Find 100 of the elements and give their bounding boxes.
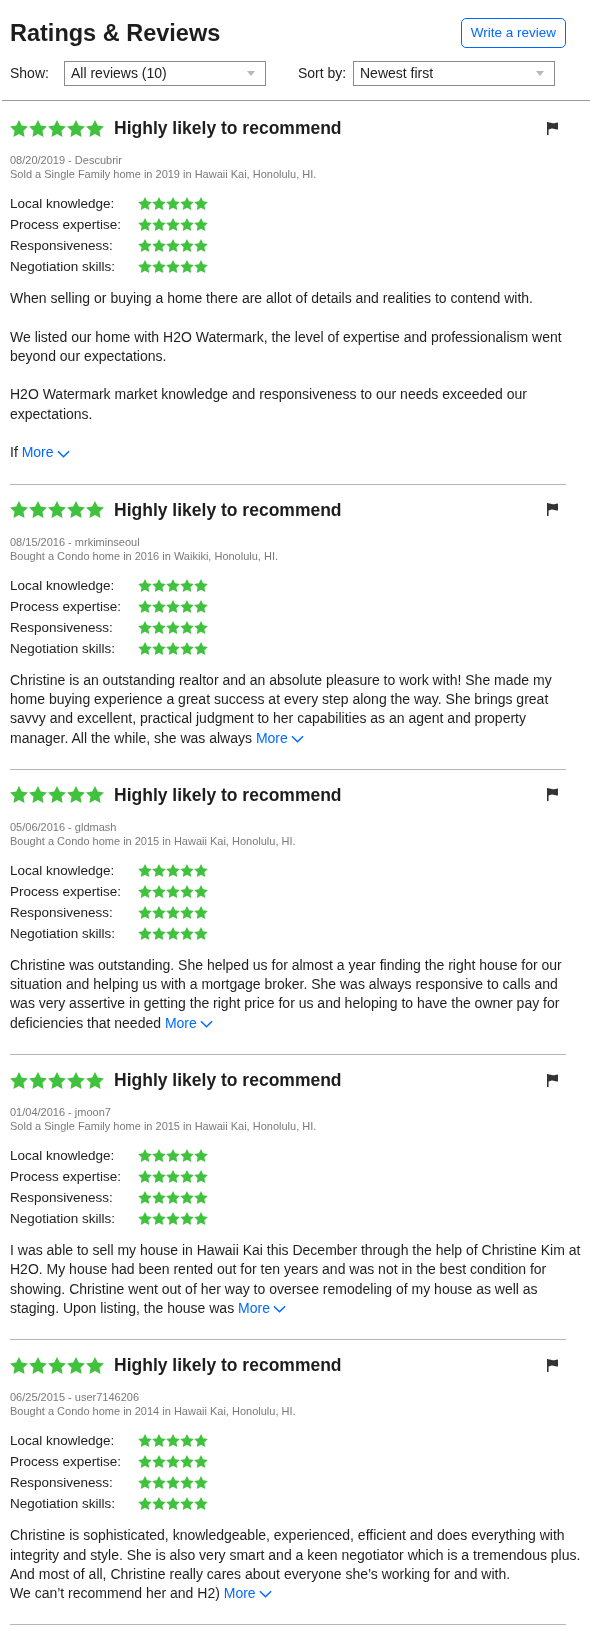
star-icon (166, 197, 180, 210)
rating-label: Responsiveness: (10, 903, 114, 922)
flag-icon[interactable] (547, 1073, 558, 1087)
review-byline: 06/25/2015 - user7146206 (10, 1390, 141, 1405)
star-icon (194, 218, 208, 231)
review-text: I was able to sell my house in Hawaii Kai this December through the help of Christine Kim at H2O. My house had been rented out for ten years and was not in the best condition for showing. Christine went out of her way to oversee remodeling of my house as well as staging. Upon listing, the house was More (10, 1241, 582, 1318)
rating-label: Responsiveness: (10, 1189, 114, 1208)
more-link[interactable]: More (223, 1585, 272, 1602)
star-icon (67, 119, 85, 137)
star-icon (29, 786, 47, 804)
star-icon (180, 1455, 194, 1469)
star-icon (86, 119, 104, 137)
chevron-down-icon (56, 449, 70, 458)
rating-label: Process expertise: (10, 1453, 123, 1472)
review-transaction: Bought a Condo home in 2014 in Hawaii Kai, Honolulu, HI. (10, 1404, 297, 1419)
star-icon (152, 218, 166, 231)
star-icon (194, 641, 208, 655)
star-icon (194, 1434, 208, 1448)
flag-icon[interactable] (547, 121, 558, 135)
star-icon (138, 239, 152, 252)
star-icon (152, 1434, 166, 1448)
star-icon (152, 260, 166, 273)
dropdown-label: Sort by: (298, 64, 348, 83)
star-icon (166, 1191, 180, 1205)
star-icon (138, 1455, 152, 1469)
review-text: Christine is sophisticated, knowledgeable, experienced, efficient and does everything with integrity and style. She is also very smart and a keen negotiator which is a tremendous plus. And most of all, Christine really cares about everyone she’s working for and with. We can’t recommend her and H2) More (10, 1526, 582, 1604)
star-icon (138, 1170, 152, 1184)
rating-label: Local knowledge: (10, 1147, 116, 1166)
rating-label: Process expertise: (10, 597, 123, 616)
star-icon (166, 620, 180, 634)
star-icon (166, 1434, 180, 1448)
star-icon (152, 1497, 166, 1511)
star-icon (48, 1356, 66, 1374)
star-icon (86, 1071, 104, 1089)
star-icon (194, 1455, 208, 1469)
more-link[interactable]: More (21, 444, 70, 461)
flag-icon[interactable] (547, 788, 558, 802)
star-icon (166, 218, 180, 231)
star-icon (152, 926, 166, 940)
more-link[interactable]: More (238, 1299, 286, 1316)
star-icon (152, 1170, 166, 1184)
star-icon (166, 599, 180, 613)
star-icon (194, 578, 208, 592)
star-icon (138, 905, 152, 919)
star-icon (166, 578, 180, 592)
star-icon (138, 863, 152, 877)
rating-label: Process expertise: (10, 216, 123, 234)
review-text: When selling or buying a home there are allot of details and realities to contend with. We listed our home with H2O Watermark, the level of expertise and professionalism went beyond our expectations. H2O Watermark market knowledge and responsiveness to our needs exceeded our expectations. If More (10, 289, 563, 463)
star-icon (67, 501, 85, 519)
star-icon (166, 884, 180, 898)
write-review-button[interactable]: Write a review (460, 18, 566, 48)
rating-label: Responsiveness: (10, 618, 114, 637)
flag-icon[interactable] (547, 1358, 558, 1372)
star-icon (180, 239, 194, 252)
star-icon (180, 578, 194, 592)
rating-label: Responsiveness: (10, 1474, 114, 1493)
review-byline: 08/20/2019 - Descubrir (10, 153, 123, 167)
rating-label: Negotiation skills: (10, 924, 117, 943)
star-icon (29, 1356, 47, 1374)
star-icon (166, 1212, 180, 1226)
sort-dropdown[interactable]: Newest first (353, 61, 555, 86)
star-icon (194, 239, 208, 252)
star-icon (180, 884, 194, 898)
star-icon (152, 1455, 166, 1469)
star-icon (180, 1434, 194, 1448)
more-link[interactable]: More (255, 729, 304, 746)
star-icon (180, 1212, 194, 1226)
star-icon (152, 1191, 166, 1205)
review-byline: 08/15/2016 - mrkiminseoul (10, 534, 141, 549)
flag-icon[interactable] (547, 503, 558, 517)
rating-label: Responsiveness: (10, 237, 114, 255)
filter-dropdown[interactable]: All reviews (10) (64, 61, 266, 86)
star-icon (166, 260, 180, 273)
star-icon (152, 1149, 166, 1163)
star-icon (180, 641, 194, 655)
rating-label: Local knowledge: (10, 861, 116, 880)
star-icon (48, 119, 66, 137)
review-text: Christine was outstanding. She helped us for almost a year finding the right house for our situation and helping us with a mortgage broker. She was always responsive to calls and was very assertive in getting the right price for us and heloping to have the owner pay for deficiencies that needed More (10, 955, 563, 1033)
rating-label: Negotiation skills: (10, 258, 117, 276)
star-icon (180, 197, 194, 210)
chevron-down-icon (199, 1020, 213, 1029)
caret-icon (536, 71, 544, 76)
star-icon (180, 1149, 194, 1163)
review-transaction: Bought a Condo home in 2015 in Hawaii Kai, Honolulu, HI. (10, 833, 297, 848)
star-icon (194, 863, 208, 877)
review-headline: Highly likely to recommend (114, 117, 342, 140)
review-headline: Highly likely to recommend (114, 783, 342, 807)
rating-label: Negotiation skills: (10, 1495, 117, 1514)
star-icon (152, 863, 166, 877)
star-icon (166, 1170, 180, 1184)
star-icon (194, 260, 208, 273)
review-transaction: Sold a Single Family home in 2019 in Hawaii Kai, Honolulu, HI. (10, 167, 318, 181)
star-icon (180, 260, 194, 273)
star-icon (166, 641, 180, 655)
star-icon (180, 599, 194, 613)
star-icon (180, 218, 194, 231)
star-icon (180, 1170, 194, 1184)
star-icon (152, 578, 166, 592)
more-link[interactable]: More (164, 1014, 213, 1031)
star-icon (138, 218, 152, 231)
